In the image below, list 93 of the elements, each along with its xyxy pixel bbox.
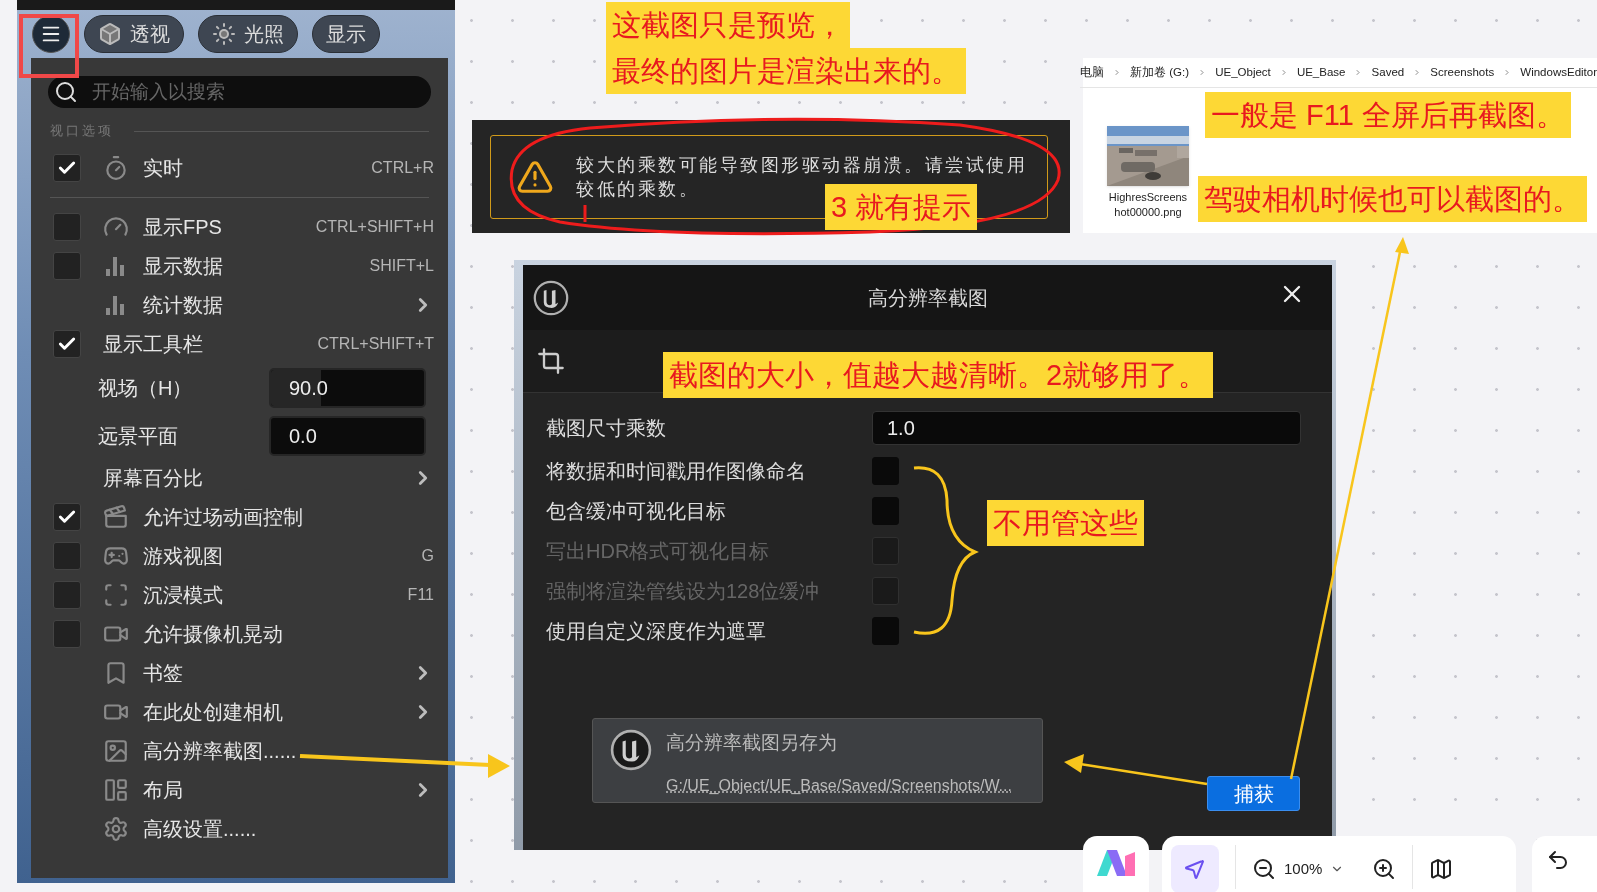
checkbox[interactable]	[872, 617, 899, 645]
menu-item[interactable]: 显示FPS	[143, 211, 222, 242]
annotation-note: 这截图只是预览，	[606, 2, 850, 48]
logo-icon	[610, 729, 652, 771]
checkbox[interactable]	[53, 541, 81, 570]
toolbar-button[interactable]: 透视	[84, 15, 184, 53]
menu-item[interactable]: 沉浸模式	[143, 579, 223, 610]
cube-icon	[98, 22, 122, 46]
chevron-right-icon	[1413, 67, 1422, 78]
menu-item[interactable]: 远景平面	[98, 420, 178, 451]
file-path-link[interactable]: G:/UE_Object/UE_Base/Saved/Screenshots/W...	[666, 773, 1012, 798]
chevron-right-icon	[1354, 67, 1363, 78]
breadcrumb-item[interactable]: 新加卷 (G:)	[1130, 63, 1190, 82]
menu-item[interactable]: 允许过场动画控制	[143, 501, 303, 532]
field-label: 截图尺寸乘数	[546, 416, 667, 441]
annotation-note: 不用管这些	[987, 500, 1144, 546]
chevron-right-icon	[1198, 67, 1207, 78]
shortcut-text: G	[421, 545, 434, 566]
menu-item[interactable]: 在此处创建相机	[143, 696, 283, 727]
checkbox[interactable]	[53, 251, 81, 280]
menu-item[interactable]: 书签	[143, 657, 183, 688]
menu-item[interactable]: 统计数据	[143, 289, 223, 320]
pointer-icon	[1183, 857, 1207, 881]
menu-item[interactable]: 视场（H）	[98, 373, 193, 403]
capture-button[interactable]: 捕获	[1207, 776, 1300, 811]
layout-icon	[103, 776, 129, 803]
shortcut-text: F11	[407, 584, 434, 605]
sun-icon	[212, 22, 236, 46]
annotation-note: 驾驶相机时候也可以截图的。	[1198, 176, 1587, 222]
option-label: 包含缓冲可视化目标	[546, 499, 727, 524]
breadcrumb-item[interactable]: Saved	[1371, 63, 1405, 82]
stopwatch-icon	[103, 154, 129, 181]
file-name[interactable]: HighresScreenshot00000.png	[1107, 190, 1189, 220]
settings-icon	[103, 815, 129, 842]
option-label: 写出HDR格式可视化目标	[546, 539, 771, 564]
menu-item[interactable]: 高分辨率截图......	[143, 735, 297, 766]
menu-item[interactable]: 游戏视图	[143, 540, 223, 571]
app-logo-card[interactable]	[1083, 836, 1149, 892]
menu-item[interactable]: 屏幕百分比	[103, 462, 203, 493]
breadcrumb-item[interactable]: 电脑	[1080, 63, 1104, 82]
logo-icon	[1097, 850, 1135, 876]
checkbox[interactable]	[872, 457, 899, 485]
highlight-frame	[19, 14, 79, 78]
toast-title: 高分辨率截图另存为	[666, 731, 838, 755]
breadcrumb-item[interactable]: UE_Base	[1296, 63, 1346, 82]
pointer-tool[interactable]	[1171, 845, 1219, 892]
number-field[interactable]: 0.0	[269, 415, 426, 456]
option-label: 强制将渲染管线设为128位缓冲	[546, 579, 821, 604]
annotation-note: 最终的图片是渲染出来的。	[606, 48, 966, 94]
option-label: 将数据和时间戳用作图像命名	[546, 459, 807, 484]
zoom-in-icon[interactable]	[1372, 857, 1397, 881]
undo-icon[interactable]	[1546, 848, 1570, 872]
zoom-level[interactable]: 100%	[1284, 857, 1323, 881]
menu-item[interactable]: 显示工具栏	[103, 328, 203, 359]
option-label: 使用自定义深度作为遮罩	[546, 619, 767, 644]
checkbox[interactable]	[53, 502, 81, 531]
map-icon[interactable]	[1429, 857, 1454, 881]
shortcut-text: SHIFT+L	[369, 255, 434, 276]
number-field[interactable]: 90.0	[269, 368, 426, 408]
menu-item[interactable]: 高级设置......	[143, 813, 257, 844]
breadcrumb-item[interactable]: Screenshots	[1430, 63, 1495, 82]
dialog-title: 高分辨率截图	[867, 285, 988, 311]
checkbox[interactable]	[53, 212, 81, 241]
breadcrumb-item[interactable]: WindowsEditor	[1520, 63, 1597, 82]
image-icon	[103, 737, 129, 764]
menu-item[interactable]: 显示数据	[143, 250, 223, 281]
clapperboard-icon	[103, 503, 129, 530]
shortcut-text: CTRL+SHIFT+T	[317, 333, 434, 354]
checkbox[interactable]	[53, 153, 81, 182]
toolbar-button[interactable]: 光照	[198, 15, 298, 53]
checkbox[interactable]	[53, 580, 81, 609]
checkbox[interactable]	[53, 329, 81, 358]
toolbar-button[interactable]: 显示	[312, 15, 380, 53]
chevron-right-icon	[1113, 67, 1122, 78]
chevron-right-icon	[1503, 67, 1512, 78]
menu-item[interactable]: 允许摄像机晃动	[143, 618, 283, 649]
menu-item[interactable]: 布局	[143, 774, 183, 805]
search-field[interactable]: 开始输入以搜索	[48, 76, 431, 108]
crop-icon[interactable]	[537, 347, 565, 375]
annotation-note: 截图的大小，值越大越清晰。2就够用了。	[663, 352, 1214, 398]
checkbox[interactable]	[872, 497, 899, 525]
shortcut-text: CTRL+SHIFT+H	[315, 216, 434, 237]
chevron-right-icon	[1279, 67, 1288, 78]
search-icon	[54, 80, 78, 104]
checkbox[interactable]	[53, 619, 81, 648]
logo-icon	[533, 279, 569, 316]
zoom-out-icon[interactable]	[1252, 857, 1276, 881]
breadcrumb-item[interactable]: UE_Object	[1215, 63, 1271, 82]
fullscreen-icon	[103, 581, 129, 608]
shortcut-text: CTRL+R	[371, 157, 434, 178]
multiplier-field[interactable]: 1.0	[872, 411, 1301, 445]
menu-item[interactable]: 实时	[143, 152, 183, 183]
annotation-note: 一般是 F11 全屏后再截图。	[1205, 92, 1571, 138]
